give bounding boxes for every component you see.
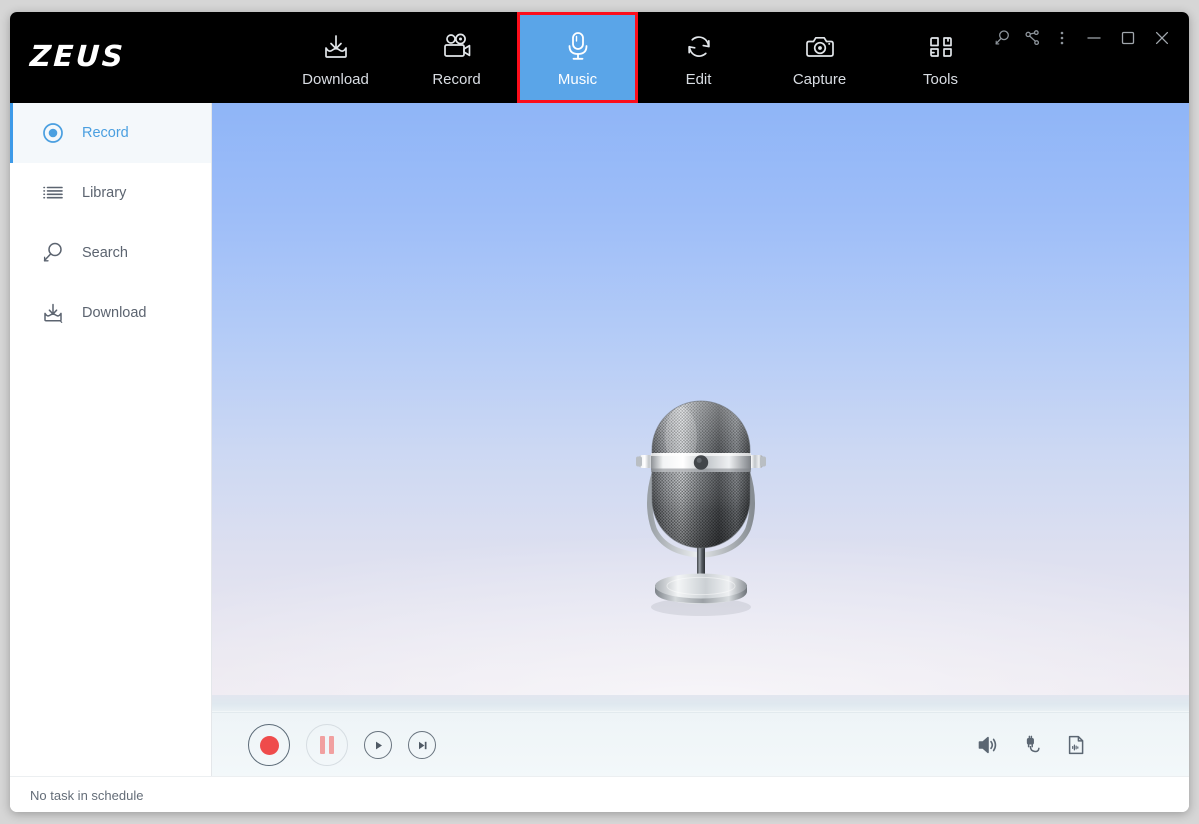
close-icon[interactable] (1145, 23, 1179, 53)
more-menu-icon[interactable] (1047, 23, 1077, 53)
video-camera-icon (438, 27, 476, 67)
app-root: ZEUS Download Record Music Edit Capture … (0, 0, 1199, 824)
nav-item-download[interactable]: Download (275, 12, 396, 103)
audio-file-icon[interactable] (1063, 732, 1089, 758)
status-bar: No task in schedule (10, 776, 1189, 812)
play-icon (375, 741, 382, 749)
microphone-icon (561, 27, 595, 67)
app-logo: ZEUS (29, 39, 127, 73)
nav-item-record[interactable]: Record (396, 12, 517, 103)
skip-next-icon (418, 741, 426, 749)
audio-jack-icon[interactable] (1019, 732, 1045, 758)
nav-label-tools: Tools (922, 70, 959, 88)
nav-label-capture: Capture (792, 70, 847, 88)
maximize-icon[interactable] (1111, 23, 1145, 53)
share-icon[interactable] (1017, 23, 1047, 53)
download-tray-icon (319, 27, 353, 67)
sidebar-item-download[interactable]: Download (10, 283, 211, 343)
main-stage (212, 103, 1189, 776)
zeus-window: ZEUS Download Record Music Edit Capture … (10, 12, 1189, 812)
sidebar-item-library[interactable]: Library (10, 163, 211, 223)
pause-icon (320, 736, 334, 754)
playback-control-bar (212, 712, 1189, 777)
status-text: No task in schedule (30, 787, 144, 803)
record-circle-icon (38, 118, 68, 148)
sidebar-label-search: Search (82, 245, 128, 261)
sidebar-item-search[interactable]: Search (10, 223, 211, 283)
nav-label-music: Music (557, 70, 598, 88)
sidebar-label-library: Library (82, 185, 127, 201)
camera-icon (805, 36, 834, 57)
sidebar-label-download: Download (82, 305, 147, 321)
window-controls (987, 22, 1179, 54)
refresh-cycle-icon (682, 27, 716, 67)
next-button[interactable] (408, 731, 436, 759)
nav-item-tools[interactable]: Tools (880, 12, 1001, 103)
download-tray-icon (38, 298, 68, 328)
nav-label-record: Record (432, 70, 481, 88)
grid-squares-icon (924, 27, 958, 67)
search-icon[interactable] (987, 23, 1017, 53)
record-dot-icon (259, 735, 279, 755)
pause-button[interactable] (306, 724, 348, 766)
sidebar-label-record: Record (82, 125, 129, 141)
nav-item-capture[interactable]: Capture (759, 12, 880, 103)
speaker-icon[interactable] (975, 732, 1001, 758)
list-icon (38, 178, 68, 208)
sidebar: Record Library Search Download (10, 103, 212, 776)
record-button[interactable] (248, 724, 290, 766)
nav-item-edit[interactable]: Edit (638, 12, 759, 103)
main-nav: Download Record Music Edit Capture Tools (275, 12, 1001, 103)
nav-label-edit: Edit (685, 70, 712, 88)
nav-item-music[interactable]: Music (517, 12, 638, 103)
retro-microphone-illustration (621, 393, 781, 628)
minimize-icon[interactable] (1077, 23, 1111, 53)
magnifier-icon (38, 238, 68, 268)
nav-label-download: Download (302, 70, 369, 88)
sidebar-item-record[interactable]: Record (10, 103, 211, 163)
play-button[interactable] (364, 731, 392, 759)
audio-options (975, 713, 1089, 777)
top-navigation-bar: ZEUS Download Record Music Edit Capture … (10, 12, 1189, 103)
transport-controls (248, 713, 436, 777)
